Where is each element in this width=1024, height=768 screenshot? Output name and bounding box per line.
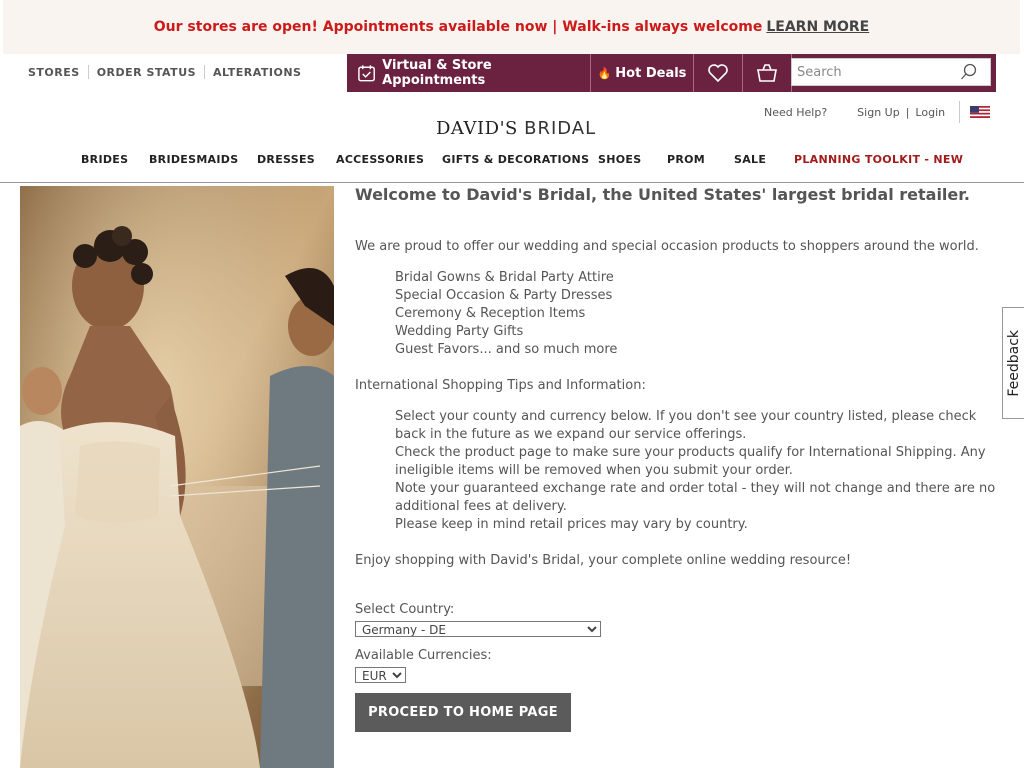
proceed-to-home-button[interactable]: PROCEED TO HOME PAGE [355,693,571,732]
logo-sub: BRIDAL [524,118,597,139]
list-item: Check the product page to make sure your… [395,445,986,478]
promo-text: Our stores are open! Appointments availa… [153,19,763,35]
currency-select-wrap: EUR [355,667,406,684]
need-help-link[interactable]: Need Help? [764,106,827,119]
search-box [791,58,991,86]
bride-photo [20,186,334,768]
list-item: Guest Favors... and so much more [395,342,618,357]
nav-sale[interactable]: SALE [734,153,766,166]
appointments-label: Virtual & Store Appointments [382,58,492,88]
stores-link[interactable]: STORES [28,66,80,79]
heart-icon [708,64,728,83]
nav-shoes[interactable]: SHOES [598,153,641,166]
bride-photo-illustration [20,186,334,768]
list-item: Ceremony & Reception Items [395,306,586,321]
hot-deals-button[interactable]: 🔥 Hot Deals [591,54,694,92]
divider [204,65,206,79]
flame-icon: 🔥 [597,66,612,80]
account-separator: | [905,105,910,119]
list-item: Note your guaranteed exchange rate and o… [395,481,996,514]
intro-text: We are proud to offer our wedding and sp… [355,239,979,254]
divider [87,65,89,79]
order-status-link[interactable]: ORDER STATUS [97,66,196,79]
feedback-tab[interactable]: Feedback [1002,307,1024,419]
search-input[interactable] [792,60,962,84]
currency-select[interactable]: EUR [355,667,406,683]
nav-brides[interactable]: BRIDES [81,153,128,166]
list-item: Select your county and currency below. I… [395,409,977,442]
enjoy-text: Enjoy shopping with David's Bridal, your… [355,553,852,568]
wishlist-button[interactable] [694,54,743,92]
cart-button[interactable] [743,54,792,92]
country-select[interactable]: Germany - DE [355,621,601,637]
calendar-icon [358,65,375,82]
product-list: Bridal Gowns & Bridal Party Attire Speci… [395,269,617,359]
nav-gifts-decorations[interactable]: GIFTS & DECORATIONS [442,153,589,166]
us-flag-icon[interactable] [970,106,991,118]
list-item: Special Occasion & Party Dresses [395,288,613,303]
appointments-button[interactable]: Virtual & Store Appointments [347,54,591,92]
shopping-bag-icon [757,64,777,82]
tips-title: International Shopping Tips and Informat… [355,378,646,393]
search-icon[interactable] [960,63,978,81]
account-links: Need Help? Sign Up | Login [764,101,991,123]
utility-links: STORES ORDER STATUS ALTERATIONS [28,65,301,79]
davids-bridal-logo[interactable]: DAVID'S BRIDAL [436,118,596,139]
promo-banner: Our stores are open! Appointments availa… [3,0,1020,54]
hot-deals-label: Hot Deals [615,65,687,81]
nav-bridesmaids[interactable]: BRIDESMAIDS [149,153,238,166]
currency-label: Available Currencies: [355,648,492,663]
page-title: Welcome to David's Bridal, the United St… [355,185,970,204]
main-navigation: BRIDES BRIDESMAIDS DRESSES ACCESSORIES G… [0,153,1024,183]
country-label: Select Country: [355,602,455,617]
list-item: Please keep in mind retail prices may va… [395,517,748,532]
tips-list: Select your county and currency below. I… [395,408,1005,534]
nav-accessories[interactable]: ACCESSORIES [336,153,424,166]
nav-planning-toolkit[interactable]: PLANNING TOOLKIT - NEW [794,153,963,166]
nav-dresses[interactable]: DRESSES [257,153,315,166]
nav-prom[interactable]: PROM [667,153,705,166]
alterations-link[interactable]: ALTERATIONS [213,66,301,79]
logo-brand: DAVID'S [436,118,518,139]
list-item: Wedding Party Gifts [395,324,524,339]
feedback-label: Feedback [1005,329,1022,397]
learn-more-link[interactable]: LEARN MORE [766,19,869,35]
country-select-wrap: Germany - DE [355,621,601,638]
sign-up-link[interactable]: Sign Up [857,106,900,119]
divider [959,101,961,123]
login-link[interactable]: Login [915,106,945,119]
list-item: Bridal Gowns & Bridal Party Attire [395,270,614,285]
